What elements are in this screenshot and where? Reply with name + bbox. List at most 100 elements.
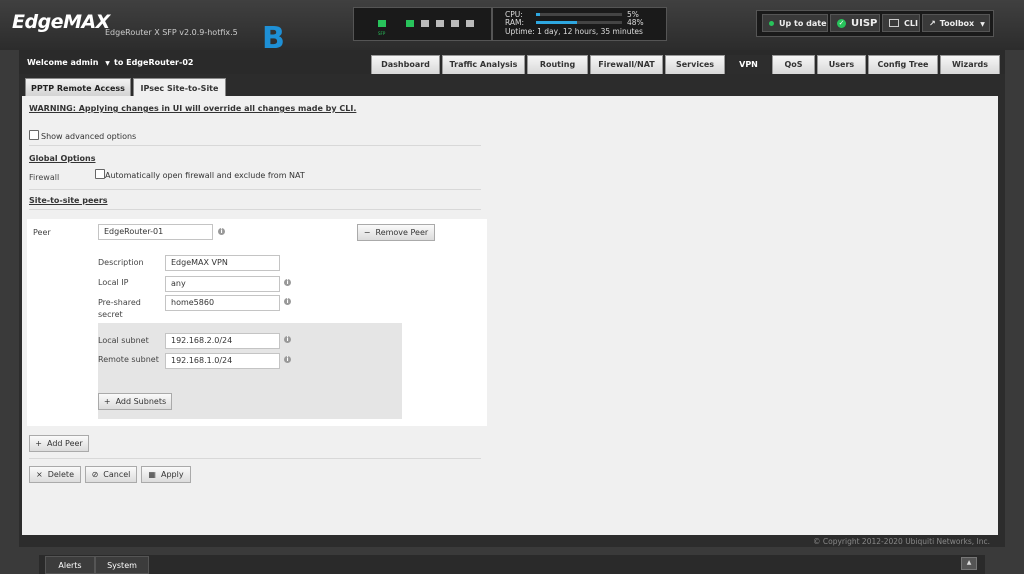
add-peer-label: Add Peer <box>47 439 83 448</box>
port-icon-eth3[interactable] <box>436 20 444 27</box>
welcome-label: Welcome admin <box>27 58 99 67</box>
cancel-label: Cancel <box>103 470 131 479</box>
local-subnet-input[interactable]: 192.168.2.0/24 <box>165 333 280 349</box>
show-advanced-checkbox[interactable] <box>29 130 39 140</box>
show-advanced-row: Show advanced options <box>29 130 136 141</box>
info-icon[interactable]: i <box>284 298 291 305</box>
port-icon-eth5[interactable] <box>466 20 474 27</box>
uptime-value: 1 day, 12 hours, 35 minutes <box>537 27 643 36</box>
ram-bar <box>536 21 622 24</box>
minus-icon: − <box>363 228 371 237</box>
firewall-label: Firewall <box>29 173 60 182</box>
plus-icon: + <box>103 397 111 406</box>
info-icon[interactable]: i <box>284 356 291 363</box>
cancel-button[interactable]: ⊘ Cancel <box>85 466 137 483</box>
toolbox-button[interactable]: ↗ Toolbox ▼ <box>922 14 990 32</box>
expand-icon[interactable]: ▲ <box>961 557 977 570</box>
show-advanced-label: Show advanced options <box>41 132 137 141</box>
vpn-subtabs: PPTP Remote Access IPsec Site-to-Site <box>20 78 1004 98</box>
tab-services[interactable]: Services <box>665 55 725 74</box>
cli-warning: WARNING: Applying changes in UI will ove… <box>29 104 357 113</box>
cli-label: CLI <box>904 19 918 28</box>
tab-wizards[interactable]: Wizards <box>940 55 1000 74</box>
delete-button[interactable]: × Delete <box>29 466 81 483</box>
local-subnet-label: Local subnet <box>98 336 149 345</box>
tab-users[interactable]: Users <box>817 55 866 74</box>
info-icon[interactable]: i <box>284 336 291 343</box>
port-icon-eth4[interactable] <box>451 20 459 27</box>
local-ip-label: Local IP <box>98 278 129 287</box>
wrench-icon: ↗ <box>929 19 936 28</box>
firewall-option-row: Automatically open firewall and exclude … <box>95 169 305 180</box>
up-to-date-button[interactable]: Up to date <box>762 14 828 32</box>
tab-config-tree[interactable]: Config Tree <box>868 55 938 74</box>
tab-firewall-nat[interactable]: Firewall/NAT <box>590 55 663 74</box>
delete-label: Delete <box>47 470 74 479</box>
ram-label: RAM: <box>505 18 525 27</box>
divider <box>29 145 481 146</box>
description-input[interactable]: EdgeMAX VPN <box>165 255 280 271</box>
terminal-icon <box>889 19 899 27</box>
peer-input[interactable]: EdgeRouter-01 <box>98 224 213 240</box>
tab-pptp-remote-access[interactable]: PPTP Remote Access <box>25 78 131 98</box>
tab-ipsec-site-to-site[interactable]: IPsec Site-to-Site <box>133 78 226 98</box>
port-status-panel[interactable]: SFP <box>353 7 492 41</box>
device-name: EdgeRouter X SFP v2.0.9-hotfix.5 <box>105 28 238 37</box>
uptime-label: Uptime: <box>505 27 535 36</box>
firewall-option-label: Automatically open firewall and exclude … <box>105 171 305 180</box>
remove-peer-button[interactable]: − Remove Peer <box>357 224 435 241</box>
footer: © Copyright 2012-2020 Ubiquiti Networks,… <box>19 535 1005 547</box>
status-dot-icon <box>769 21 774 26</box>
ram-bar-fill <box>536 21 578 24</box>
plus-icon: + <box>35 439 42 448</box>
main-nav: Welcome admin ▼ to EdgeRouter-02 Dashboa… <box>19 50 1005 74</box>
ram-value: 48% <box>627 18 644 27</box>
tab-vpn[interactable]: VPN <box>727 55 770 74</box>
tab-qos[interactable]: QoS <box>772 55 815 74</box>
add-peer-button[interactable]: + Add Peer <box>29 435 89 452</box>
local-ip-input[interactable]: any <box>165 276 280 292</box>
tab-traffic-analysis[interactable]: Traffic Analysis <box>442 55 525 74</box>
add-subnets-button[interactable]: + Add Subnets <box>98 393 172 410</box>
close-icon: × <box>36 470 43 479</box>
remote-subnet-input[interactable]: 192.168.1.0/24 <box>165 353 280 369</box>
toolbox-label: Toolbox <box>939 19 975 28</box>
uisp-label: UISP <box>851 18 878 29</box>
welcome-menu[interactable]: Welcome admin ▼ <box>27 58 110 67</box>
header-tools: Up to date ✓ UISP CLI ↗ Toolbox ▼ <box>756 10 994 37</box>
router-link[interactable]: to EdgeRouter-02 <box>114 58 193 67</box>
firewall-option-checkbox[interactable] <box>95 169 105 179</box>
apply-button[interactable]: ▦ Apply <box>141 466 191 483</box>
system-stats-panel: CPU: 5% RAM: 48% Uptime: 1 day, 12 hours… <box>492 7 667 41</box>
psk-label: Pre-shared secret <box>98 298 141 319</box>
info-icon[interactable]: i <box>284 279 291 286</box>
info-icon[interactable]: i <box>218 228 225 235</box>
tab-system[interactable]: System <box>95 556 149 574</box>
tab-routing[interactable]: Routing <box>527 55 588 74</box>
port-icon-eth1[interactable] <box>406 20 414 27</box>
alerts-bar: Alerts System ▲ <box>39 555 985 574</box>
divider <box>29 209 481 210</box>
uisp-button[interactable]: ✓ UISP <box>830 14 880 32</box>
tab-alerts[interactable]: Alerts <box>45 556 95 574</box>
uptime: Uptime: 1 day, 12 hours, 35 minutes <box>505 27 643 36</box>
remote-subnet-label: Remote subnet <box>98 355 159 364</box>
cpu-bar-fill <box>536 13 541 16</box>
edgemax-logo: EdgeMAX <box>12 11 110 33</box>
save-icon: ▦ <box>148 470 156 479</box>
cancel-icon: ⊘ <box>91 470 99 479</box>
description-label: Description <box>98 258 144 267</box>
tab-dashboard[interactable]: Dashboard <box>371 55 440 74</box>
peer-panel: Peer EdgeRouter-01 i − Remove Peer Descri… <box>27 219 487 426</box>
ipsec-content: WARNING: Applying changes in UI will ove… <box>22 96 998 535</box>
cli-button[interactable]: CLI <box>882 14 920 32</box>
peer-label: Peer <box>33 228 51 237</box>
port-icon-sfp[interactable] <box>378 20 386 27</box>
port-icon-eth2[interactable] <box>421 20 429 27</box>
chevron-down-icon: ▼ <box>980 21 985 28</box>
copyright: © Copyright 2012-2020 Ubiquiti Networks,… <box>813 537 990 546</box>
up-to-date-label: Up to date <box>779 19 827 28</box>
psk-input[interactable]: home5860 <box>165 295 280 311</box>
add-subnets-label: Add Subnets <box>115 397 167 406</box>
top-bar: EdgeMAX EdgeRouter X SFP v2.0.9-hotfix.5… <box>0 0 1024 54</box>
